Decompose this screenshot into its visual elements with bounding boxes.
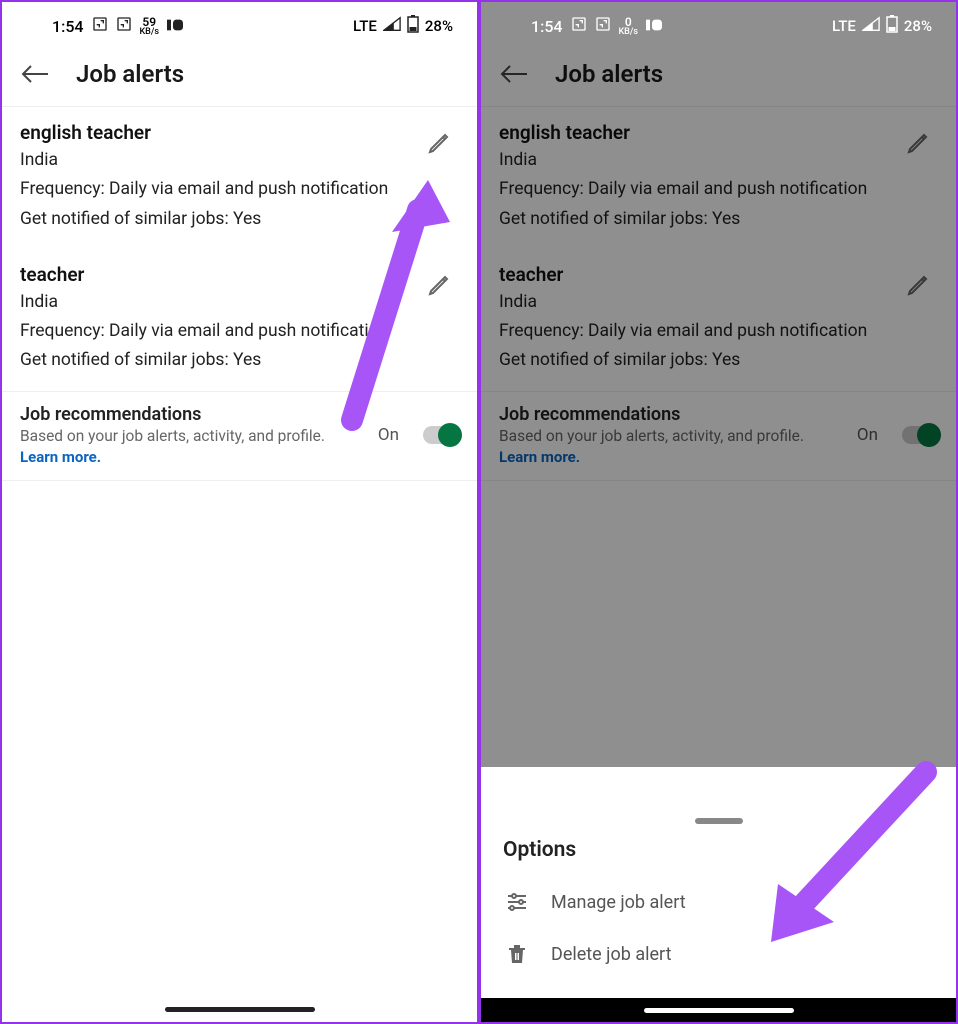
android-nav-pill: [165, 1007, 315, 1012]
reco-toggle[interactable]: [423, 426, 459, 444]
options-sheet: Options Manage job alert Delete: [481, 804, 956, 998]
alert-frequency: Frequency: Daily via email and push noti…: [20, 318, 459, 344]
job-recommendations-row: Job recommendations Based on your job al…: [2, 391, 477, 481]
sheet-title: Options: [481, 838, 956, 876]
modal-scrim[interactable]: [481, 2, 956, 767]
alert-location: India: [20, 289, 459, 315]
status-time: 1:54: [531, 17, 563, 36]
pencil-icon[interactable]: [427, 273, 451, 297]
sheet-item-label: Delete job alert: [551, 944, 671, 965]
back-icon[interactable]: [20, 64, 48, 84]
reco-state: On: [378, 425, 399, 445]
delete-job-alert-item[interactable]: Delete job alert: [481, 928, 956, 980]
alert-location: India: [20, 147, 459, 173]
alert-frequency: Frequency: Daily via email and push noti…: [20, 176, 459, 202]
reco-title: Job recommendations: [20, 404, 368, 425]
phone-right: 1:54 0 KB/s LTE 28%: [479, 0, 958, 1024]
data-rate: 0 KB/s: [619, 16, 639, 37]
page-title: Job alerts: [76, 60, 184, 88]
signal-icon: [383, 16, 401, 36]
battery-icon: [886, 15, 898, 37]
status-bar: 1:54 0 KB/s LTE 28%: [481, 2, 956, 46]
cast-icon-2: [595, 16, 611, 36]
network-label: LTE: [832, 17, 856, 35]
alert-title: teacher: [20, 263, 459, 286]
battery-pct: 28%: [904, 17, 932, 35]
pencil-icon[interactable]: [427, 131, 451, 155]
status-bar: 1:54 59 KB/s LTE 28%: [2, 2, 477, 46]
phone-left: 1:54 59 KB/s LTE 28%: [0, 0, 479, 1024]
sliders-icon: [505, 890, 529, 914]
android-nav-bar: [481, 998, 956, 1022]
alert-card-0[interactable]: english teacher India Frequency: Daily v…: [2, 107, 477, 249]
data-rate: 59 KB/s: [140, 16, 160, 37]
cast-icon-2: [116, 16, 132, 36]
reco-subtitle: Based on your job alerts, activity, and …: [20, 427, 368, 445]
battery-pct: 28%: [425, 17, 453, 35]
manage-job-alert-item[interactable]: Manage job alert: [481, 876, 956, 928]
alert-similar: Get notified of similar jobs: Yes: [20, 206, 459, 232]
sheet-handle[interactable]: [695, 818, 743, 824]
alert-card-1[interactable]: teacher India Frequency: Daily via email…: [2, 249, 477, 391]
signal-icon: [862, 16, 880, 36]
battery-icon: [407, 15, 419, 37]
network-label: LTE: [353, 17, 377, 35]
trash-icon: [505, 942, 529, 966]
cast-icon-1: [92, 16, 108, 36]
status-time: 1:54: [52, 17, 84, 36]
cast-icon-1: [571, 16, 587, 36]
id-icon: [646, 17, 662, 35]
id-icon: [167, 17, 183, 35]
app-bar: Job alerts: [2, 46, 477, 107]
learn-more-link[interactable]: Learn more.: [20, 448, 368, 466]
alert-similar: Get notified of similar jobs: Yes: [20, 347, 459, 373]
sheet-item-label: Manage job alert: [551, 892, 686, 913]
alert-title: english teacher: [20, 121, 459, 144]
